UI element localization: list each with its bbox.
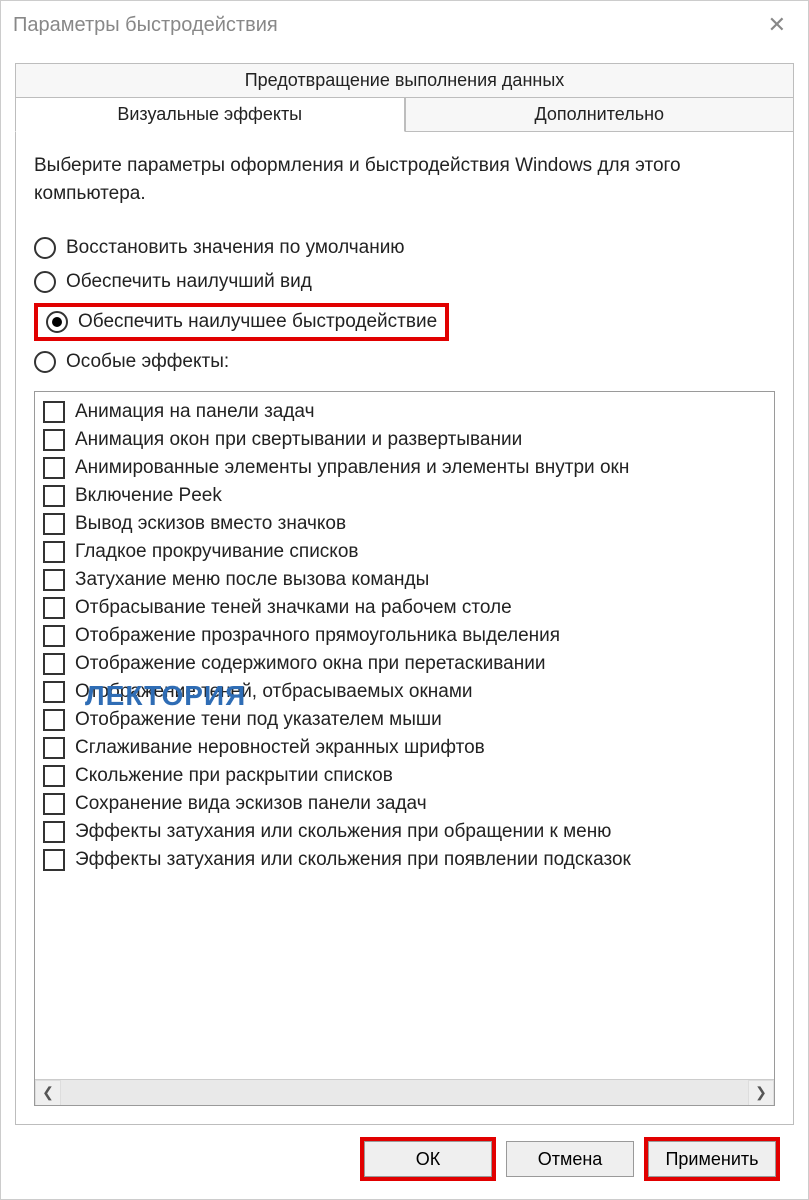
horizontal-scrollbar[interactable]: ❮ ❯ (35, 1079, 774, 1105)
list-item[interactable]: Анимация на панели задач (43, 398, 766, 426)
list-item[interactable]: Отображение теней, отбрасываемых окнами (43, 678, 766, 706)
list-item[interactable]: Эффекты затухания или скольжения при поя… (43, 846, 766, 874)
radio-label: Восстановить значения по умолчанию (66, 237, 405, 259)
list-item-label: Анимированные элементы управления и элем… (75, 457, 629, 479)
checkbox-icon[interactable] (43, 597, 65, 619)
list-item[interactable]: Отбрасывание теней значками на рабочем с… (43, 594, 766, 622)
radio-label: Особые эффекты: (66, 351, 229, 373)
checkbox-icon[interactable] (43, 401, 65, 423)
intro-text: Выберите параметры оформления и быстроде… (34, 152, 775, 207)
checkbox-icon[interactable] (43, 681, 65, 703)
list-item[interactable]: Анимация окон при свертывании и разверты… (43, 426, 766, 454)
scroll-left-icon[interactable]: ❮ (35, 1080, 61, 1106)
list-item[interactable]: Эффекты затухания или скольжения при обр… (43, 818, 766, 846)
list-item-label: Вывод эскизов вместо значков (75, 513, 346, 535)
checkbox-icon[interactable] (43, 429, 65, 451)
list-item[interactable]: Анимированные элементы управления и элем… (43, 454, 766, 482)
ok-button[interactable]: ОК (364, 1141, 492, 1177)
radio-group: Восстановить значения по умолчанию Обесп… (34, 235, 775, 375)
list-item-label: Отображение теней, отбрасываемых окнами (75, 681, 473, 703)
checkbox-icon[interactable] (43, 625, 65, 647)
list-item-label: Эффекты затухания или скольжения при поя… (75, 849, 631, 871)
list-item[interactable]: Скольжение при раскрытии списков (43, 762, 766, 790)
list-item-label: Гладкое прокручивание списков (75, 541, 359, 563)
checkbox-icon[interactable] (43, 849, 65, 871)
list-item-label: Анимация на панели задач (75, 401, 315, 423)
radio-restore-defaults[interactable]: Восстановить значения по умолчанию (34, 235, 775, 261)
list-item[interactable]: Вывод эскизов вместо значков (43, 510, 766, 538)
checkbox-icon[interactable] (43, 541, 65, 563)
checkbox-icon[interactable] (43, 765, 65, 787)
list-item[interactable]: Сглаживание неровностей экранных шрифтов (43, 734, 766, 762)
tab-dep[interactable]: Предотвращение выполнения данных (15, 63, 794, 97)
checkbox-icon[interactable] (43, 737, 65, 759)
list-item-label: Отображение тени под указателем мыши (75, 709, 442, 731)
list-item-label: Отбрасывание теней значками на рабочем с… (75, 597, 512, 619)
radio-icon (34, 271, 56, 293)
list-item-label: Скольжение при раскрытии списков (75, 765, 393, 787)
radio-best-performance[interactable]: Обеспечить наилучшее быстродействие (46, 311, 437, 333)
client-area: Предотвращение выполнения данных Визуаль… (1, 49, 808, 1199)
close-icon[interactable]: ✕ (758, 8, 796, 42)
scroll-track[interactable] (61, 1080, 748, 1105)
checkbox-icon[interactable] (43, 709, 65, 731)
list-item[interactable]: Сохранение вида эскизов панели задач (43, 790, 766, 818)
radio-icon (34, 237, 56, 259)
checkbox-icon[interactable] (43, 513, 65, 535)
tab-visual-effects[interactable]: Визуальные эффекты (15, 97, 405, 132)
list-item[interactable]: Включение Peek (43, 482, 766, 510)
list-item-label: Анимация окон при свертывании и разверты… (75, 429, 522, 451)
tabstrip: Предотвращение выполнения данных Визуаль… (15, 63, 794, 132)
titlebar: Параметры быстродействия ✕ (1, 1, 808, 49)
list-item-label: Отображение содержимого окна при перетас… (75, 653, 545, 675)
list-item-label: Эффекты затухания или скольжения при обр… (75, 821, 611, 843)
tab-content: Выберите параметры оформления и быстроде… (15, 132, 794, 1125)
radio-icon (46, 311, 68, 333)
radio-best-appearance[interactable]: Обеспечить наилучший вид (34, 269, 775, 295)
list-item-label: Включение Peek (75, 485, 222, 507)
effects-list: Анимация на панели задач Анимация окон пр… (35, 392, 774, 1079)
radio-best-performance-highlight: Обеспечить наилучшее быстродействие (34, 303, 449, 341)
window-title: Параметры быстродействия (13, 14, 278, 37)
radio-custom[interactable]: Особые эффекты: (34, 349, 775, 375)
checkbox-icon[interactable] (43, 569, 65, 591)
checkbox-icon[interactable] (43, 793, 65, 815)
effects-list-box: Анимация на панели задач Анимация окон пр… (34, 391, 775, 1106)
list-item[interactable]: Отображение содержимого окна при перетас… (43, 650, 766, 678)
checkbox-icon[interactable] (43, 653, 65, 675)
radio-label: Обеспечить наилучший вид (66, 271, 312, 293)
tab-advanced[interactable]: Дополнительно (405, 97, 795, 132)
list-item[interactable]: Гладкое прокручивание списков (43, 538, 766, 566)
list-item-label: Затухание меню после вызова команды (75, 569, 429, 591)
checkbox-icon[interactable] (43, 485, 65, 507)
radio-icon (34, 351, 56, 373)
radio-label: Обеспечить наилучшее быстродействие (78, 311, 437, 333)
cancel-button[interactable]: Отмена (506, 1141, 634, 1177)
list-item[interactable]: Отображение прозрачного прямоугольника в… (43, 622, 766, 650)
dialog-footer: ОК Отмена Применить (15, 1125, 794, 1199)
scroll-right-icon[interactable]: ❯ (748, 1080, 774, 1106)
list-item[interactable]: Отображение тени под указателем мыши (43, 706, 766, 734)
list-item-label: Сохранение вида эскизов панели задач (75, 793, 427, 815)
checkbox-icon[interactable] (43, 457, 65, 479)
performance-options-window: Параметры быстродействия ✕ Предотвращени… (0, 0, 809, 1200)
list-item[interactable]: Затухание меню после вызова команды (43, 566, 766, 594)
apply-button[interactable]: Применить (648, 1141, 776, 1177)
list-item-label: Отображение прозрачного прямоугольника в… (75, 625, 560, 647)
checkbox-icon[interactable] (43, 821, 65, 843)
list-item-label: Сглаживание неровностей экранных шрифтов (75, 737, 485, 759)
